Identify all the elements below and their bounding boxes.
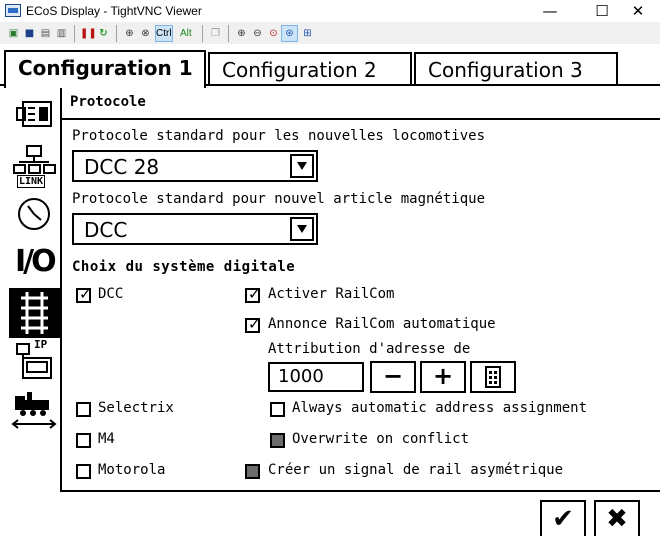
loco-protocol-label: Protocole standard pour les nouvelles lo…: [72, 128, 486, 144]
tightvnc-app-icon: [5, 4, 21, 17]
calculator-icon: [485, 366, 501, 388]
fullscreen-icon[interactable]: ⊞: [300, 26, 315, 41]
overwrite-label: Overwrite on conflict: [292, 431, 470, 447]
railcom-auto-label: Annonce RailCom automatique: [268, 316, 496, 332]
toolbar-separator: [228, 25, 229, 42]
railcom-label: Activer RailCom: [268, 286, 395, 302]
accessory-protocol-select[interactable]: DCC: [72, 213, 318, 245]
panel-title: Protocole: [70, 94, 146, 110]
zoom-in-icon[interactable]: ⊕: [234, 26, 249, 41]
sidebar-item-io[interactable]: I/O: [9, 240, 61, 290]
options-icon[interactable]: ▤: [38, 26, 53, 41]
decrement-button[interactable]: −: [370, 361, 416, 393]
ip-label: IP: [34, 338, 48, 351]
overwrite-checkbox[interactable]: [270, 433, 285, 448]
toolbar-separator: [116, 25, 117, 42]
toolbar-separator: [202, 25, 203, 42]
selectrix-label: Selectrix: [98, 400, 174, 416]
sidebar-item-ip[interactable]: IP: [9, 338, 61, 388]
window-title: ECoS Display - TightVNC Viewer: [26, 4, 202, 18]
increment-button[interactable]: +: [420, 361, 466, 393]
tab-configuration-3[interactable]: Configuration 3: [414, 52, 618, 86]
accessory-protocol-value: DCC: [84, 218, 128, 242]
ctrl-alt-del-icon[interactable]: ⊕: [122, 26, 137, 41]
dcc-label: DCC: [98, 286, 124, 302]
sidebar-item-device[interactable]: [9, 92, 61, 142]
address-input[interactable]: 1000: [268, 362, 364, 392]
motorola-label: Motorola: [98, 462, 166, 478]
cancel-button[interactable]: ✖: [594, 500, 640, 536]
zoom-fit-icon[interactable]: ⊛: [281, 25, 298, 42]
locomotive-icon: [11, 392, 57, 429]
tab-configuration-2[interactable]: Configuration 2: [208, 52, 412, 86]
clock-icon: [18, 198, 50, 230]
always-auto-label: Always automatic address assignment: [292, 400, 588, 416]
railcom-checkbox[interactable]: ✓: [245, 285, 261, 303]
close-window-button[interactable]: ✕: [616, 0, 660, 22]
device-icon: [16, 101, 52, 127]
always-auto-checkbox[interactable]: [270, 402, 285, 417]
refresh-icon[interactable]: ↻: [96, 26, 111, 41]
panel-title-separator: [62, 118, 660, 120]
info-icon[interactable]: ▥: [54, 26, 69, 41]
m4-label: M4: [98, 431, 115, 447]
railcom-auto-checkbox[interactable]: ✓: [245, 315, 261, 333]
accessory-protocol-label: Protocole standard pour nouvel article m…: [72, 191, 486, 207]
dcc-checkbox[interactable]: ✓: [76, 285, 92, 303]
m4-checkbox[interactable]: [76, 433, 91, 448]
asymmetric-signal-label: Créer un signal de rail asymétrique: [268, 462, 564, 478]
sidebar-item-clock[interactable]: [9, 192, 61, 242]
loco-protocol-select[interactable]: DCC 28: [72, 150, 318, 182]
io-icon: I/O: [15, 244, 57, 279]
selectrix-checkbox[interactable]: [76, 402, 91, 417]
digital-system-heading: Choix du système digitale: [72, 259, 296, 275]
asymmetric-signal-checkbox[interactable]: [245, 464, 260, 479]
keypad-button[interactable]: [470, 361, 516, 393]
zoom-out-icon[interactable]: ⊖: [250, 26, 265, 41]
address-label: Attribution d'adresse de: [268, 341, 471, 357]
loco-protocol-value: DCC 28: [84, 155, 160, 179]
win-key-icon[interactable]: ⊗: [138, 26, 153, 41]
window-titlebar: ECoS Display - TightVNC Viewer — ☐ ✕: [0, 0, 660, 22]
minimize-button[interactable]: —: [528, 0, 572, 22]
alt-key-button[interactable]: Alt: [180, 26, 192, 41]
chevron-down-icon[interactable]: [290, 217, 314, 241]
tab-configuration-1[interactable]: Configuration 1: [4, 50, 206, 88]
new-connection-icon[interactable]: ▣: [6, 26, 21, 41]
save-icon[interactable]: ■: [22, 26, 37, 41]
sidebar-item-link[interactable]: LINK: [9, 142, 61, 192]
checkmark-icon: ✓: [248, 315, 261, 333]
confirm-button[interactable]: ✔: [540, 500, 586, 536]
sidebar-item-track[interactable]: [9, 288, 61, 338]
checkmark-icon: ✓: [248, 285, 261, 303]
ctrl-key-button[interactable]: Ctrl: [155, 25, 173, 42]
vnc-toolbar: ▣ ■ ▤ ▥ ❚❚ ↻ ⊕ ⊗ Ctrl Alt ❐ ⊕ ⊖ ⊙ ⊛ ⊞: [0, 22, 660, 44]
clipboard-icon[interactable]: ❐: [208, 26, 223, 41]
track-rails-icon: [21, 292, 48, 334]
toolbar-separator: [74, 25, 75, 42]
checkmark-icon: ✓: [79, 285, 92, 303]
link-label: LINK: [17, 175, 46, 188]
zoom-100-icon[interactable]: ⊙: [266, 26, 281, 41]
settings-sidebar: LINK I/O IP: [5, 84, 62, 492]
pause-icon[interactable]: ❚❚: [80, 26, 97, 41]
motorola-checkbox[interactable]: [76, 464, 91, 479]
chevron-down-icon[interactable]: [290, 154, 314, 178]
sidebar-item-locomotive[interactable]: [9, 388, 61, 438]
